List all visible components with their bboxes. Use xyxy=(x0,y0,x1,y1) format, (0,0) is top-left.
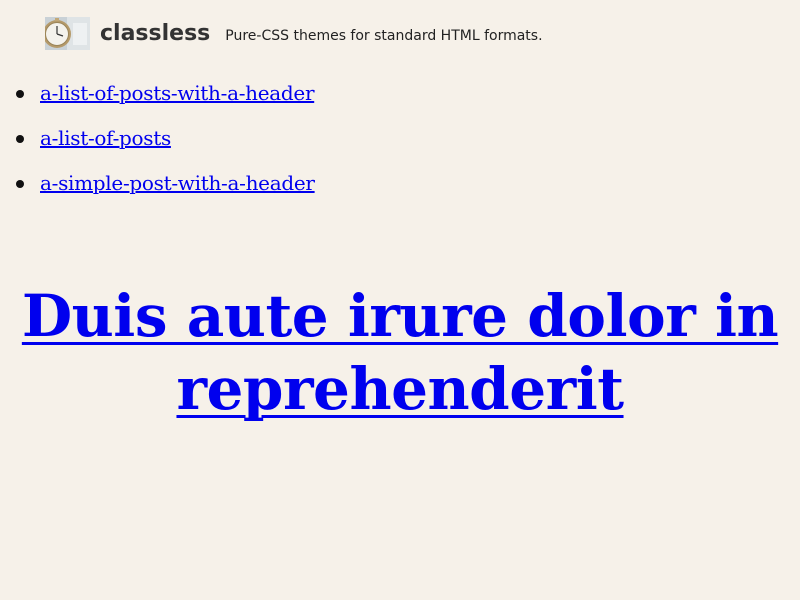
list-item: a-simple-post-with-a-header xyxy=(0,160,315,205)
list-item: a-list-of-posts-with-a-header xyxy=(0,70,315,115)
clock-logo-icon[interactable] xyxy=(45,17,90,50)
site-tagline: Pure-CSS themes for standard HTML format… xyxy=(225,28,543,44)
list-item: a-list-of-posts xyxy=(0,115,315,160)
article-headline-link[interactable]: Duis aute irure dolor in reprehenderit xyxy=(22,282,779,423)
bullet-icon xyxy=(16,134,24,143)
post-link-a-list-of-posts-with-a-header[interactable]: a-list-of-posts-with-a-header xyxy=(40,81,315,105)
article-headline: Duis aute irure dolor in reprehenderit xyxy=(0,280,800,426)
site-title[interactable]: classless xyxy=(100,22,210,45)
post-link-a-list-of-posts[interactable]: a-list-of-posts xyxy=(40,126,171,150)
post-link-a-simple-post-with-a-header[interactable]: a-simple-post-with-a-header xyxy=(40,171,315,195)
bullet-icon xyxy=(16,179,24,188)
bullet-icon xyxy=(16,89,24,98)
site-header: classless Pure-CSS themes for standard H… xyxy=(45,17,543,50)
post-list: a-list-of-posts-with-a-header a-list-of-… xyxy=(0,70,315,205)
